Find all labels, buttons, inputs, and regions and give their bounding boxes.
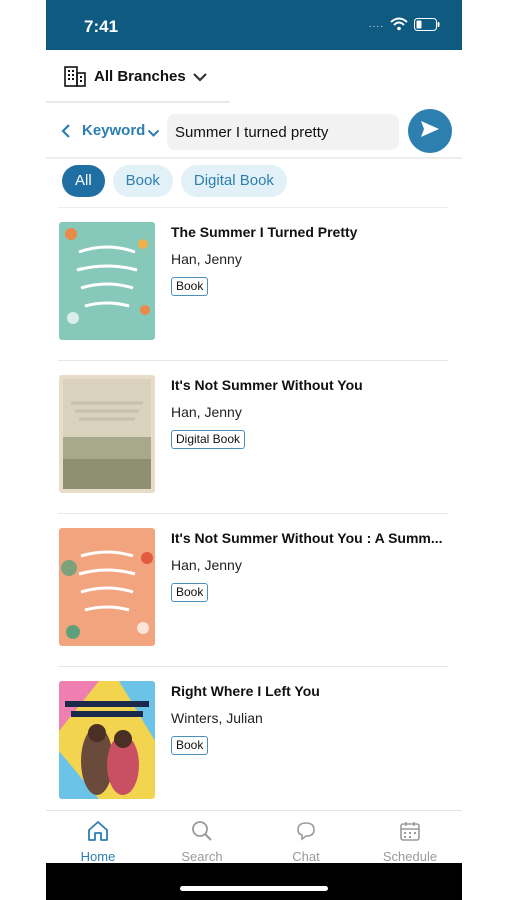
search-icon <box>190 819 214 848</box>
home-indicator[interactable] <box>180 886 328 891</box>
branch-underline <box>46 101 230 103</box>
chat-icon <box>294 819 318 848</box>
filter-chip-digital-book[interactable]: Digital Book <box>180 165 287 197</box>
divider <box>46 157 462 159</box>
book-cover <box>59 375 155 493</box>
format-badge: Book <box>171 736 209 755</box>
search-mode-dropdown[interactable]: Keyword <box>82 122 145 139</box>
result-title: Right Where I Left You <box>171 683 320 699</box>
chevron-left-icon[interactable] <box>61 123 71 144</box>
format-badge: Digital Book <box>171 430 246 449</box>
branch-selector[interactable]: All Branches <box>46 51 462 101</box>
status-icons: .... <box>369 17 440 31</box>
results-list: The Summer I Turned Pretty Han, Jenny Bo… <box>58 207 448 820</box>
tab-home[interactable]: Home <box>46 811 150 864</box>
result-author: Han, Jenny <box>171 557 242 573</box>
result-title: The Summer I Turned Pretty <box>171 224 358 240</box>
list-item[interactable]: It's Not Summer Without You : A Summ... … <box>58 514 448 667</box>
tab-label: Chat <box>292 849 320 864</box>
branch-label: All Branches <box>94 68 186 85</box>
calendar-icon <box>398 819 422 848</box>
result-title: It's Not Summer Without You : A Summ... <box>171 530 443 546</box>
tab-label: Schedule <box>382 849 438 864</box>
building-icon <box>63 64 87 93</box>
status-time: 7:41 <box>84 17 119 36</box>
search-submit-button[interactable] <box>408 109 452 153</box>
result-title: It's Not Summer Without You <box>171 377 363 393</box>
tab-bar: Home Search Chat Schedule <box>46 810 462 864</box>
tab-search[interactable]: Search <box>150 811 254 864</box>
format-badge: Book <box>171 583 209 602</box>
filter-chip-all[interactable]: All <box>62 165 105 197</box>
status-bar: 7:41 .... <box>46 0 462 50</box>
tab-schedule[interactable]: Schedule <box>358 811 462 864</box>
book-cover <box>59 681 155 799</box>
result-author: Han, Jenny <box>171 404 242 420</box>
home-icon <box>86 819 110 848</box>
home-indicator-area <box>46 863 462 900</box>
book-cover <box>59 528 155 646</box>
list-item[interactable]: The Summer I Turned Pretty Han, Jenny Bo… <box>58 207 448 361</box>
list-item[interactable]: It's Not Summer Without You Han, Jenny D… <box>58 361 448 514</box>
wifi-icon <box>390 17 408 31</box>
signal-dots: .... <box>368 18 384 30</box>
search-bar: Keyword <box>46 106 462 156</box>
tab-label: Home <box>80 849 116 864</box>
filter-chip-book[interactable]: Book <box>112 165 173 197</box>
result-author: Winters, Julian <box>171 710 263 726</box>
book-cover <box>59 222 155 340</box>
tab-chat[interactable]: Chat <box>254 811 358 864</box>
app-screen: 7:41 .... All Branches Keyword Summer I … <box>46 0 462 900</box>
format-badge: Book <box>171 277 209 296</box>
send-icon <box>420 120 440 143</box>
chevron-down-icon[interactable] <box>147 125 160 143</box>
format-filters: All Book Digital Book <box>62 165 287 197</box>
list-item[interactable]: Right Where I Left You Winters, Julian B… <box>58 667 448 820</box>
search-input[interactable] <box>167 114 399 150</box>
battery-icon <box>414 17 440 31</box>
tab-label: Search <box>181 849 223 864</box>
result-author: Han, Jenny <box>171 251 242 267</box>
chevron-down-icon <box>192 70 208 88</box>
